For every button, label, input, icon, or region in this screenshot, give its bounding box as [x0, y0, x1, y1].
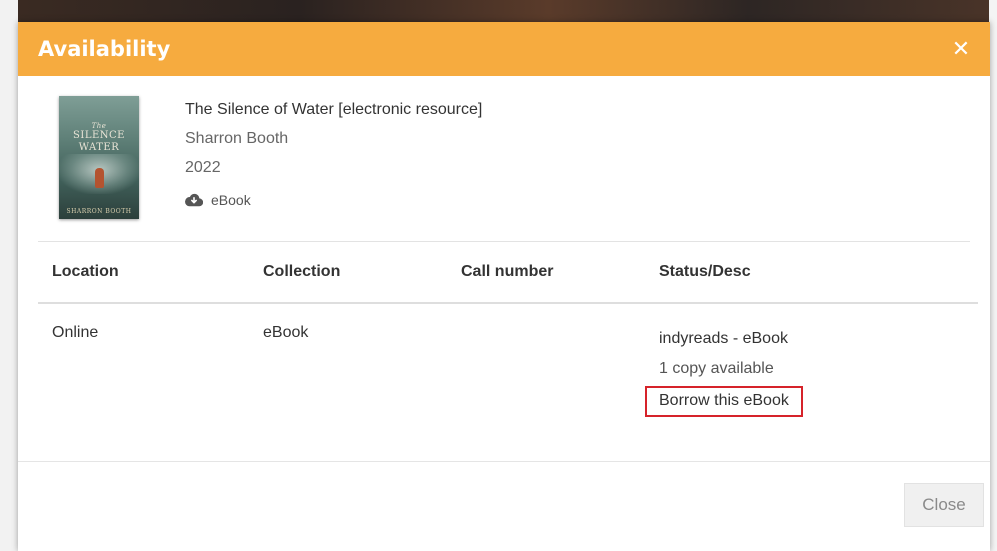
close-icon[interactable]: ✕ — [950, 38, 972, 60]
column-header-call-number: Call number — [461, 263, 554, 280]
column-header-status: Status/Desc — [659, 263, 751, 280]
table-header-row: Location Collection Call number Status/D… — [38, 242, 978, 303]
item-meta: The Silence of Water [electronic resourc… — [185, 96, 482, 241]
cover-text-author: SHARRON BOOTH — [66, 208, 132, 215]
cover-text-silence: SILENCE — [73, 130, 125, 141]
cell-collection: eBook — [263, 324, 309, 341]
close-button[interactable]: Close — [904, 483, 984, 527]
item-format: eBook — [185, 192, 482, 208]
book-cover[interactable]: The SILENCE WATER SHARRON BOOTH — [59, 96, 139, 219]
column-header-collection: Collection — [263, 263, 341, 280]
table-row: Online eBook indyreads - eBook 1 copy av… — [38, 303, 978, 461]
cloud-download-icon — [185, 193, 203, 207]
status-copies: 1 copy available — [659, 360, 774, 377]
item-title: The Silence of Water [electronic resourc… — [185, 101, 483, 118]
cover-figure — [95, 168, 104, 188]
modal-title: Availability — [38, 37, 171, 61]
page-backdrop — [0, 0, 997, 22]
status-source: indyreads - eBook — [659, 330, 788, 347]
cell-call-number — [447, 303, 645, 461]
page-backdrop-left — [0, 0, 18, 551]
page-backdrop-right — [989, 0, 997, 551]
holdings-table: Location Collection Call number Status/D… — [38, 242, 978, 461]
modal-header: Availability ✕ — [18, 22, 990, 76]
availability-modal: Availability ✕ The SILENCE WATER SHARRON… — [18, 22, 990, 551]
cell-status: indyreads - eBook 1 copy available Borro… — [645, 303, 978, 461]
cover-text-water: WATER — [78, 142, 120, 153]
cover-text-the: The — [91, 122, 107, 130]
item-format-label: eBook — [211, 192, 251, 208]
cell-location: Online — [52, 324, 99, 341]
borrow-ebook-link[interactable]: Borrow this eBook — [645, 386, 803, 417]
modal-footer: Close — [18, 461, 990, 551]
item-author: Sharron Booth — [185, 130, 289, 147]
item-year: 2022 — [185, 159, 221, 176]
item-summary: The SILENCE WATER SHARRON BOOTH The Sile… — [18, 76, 990, 241]
column-header-location: Location — [52, 263, 119, 280]
